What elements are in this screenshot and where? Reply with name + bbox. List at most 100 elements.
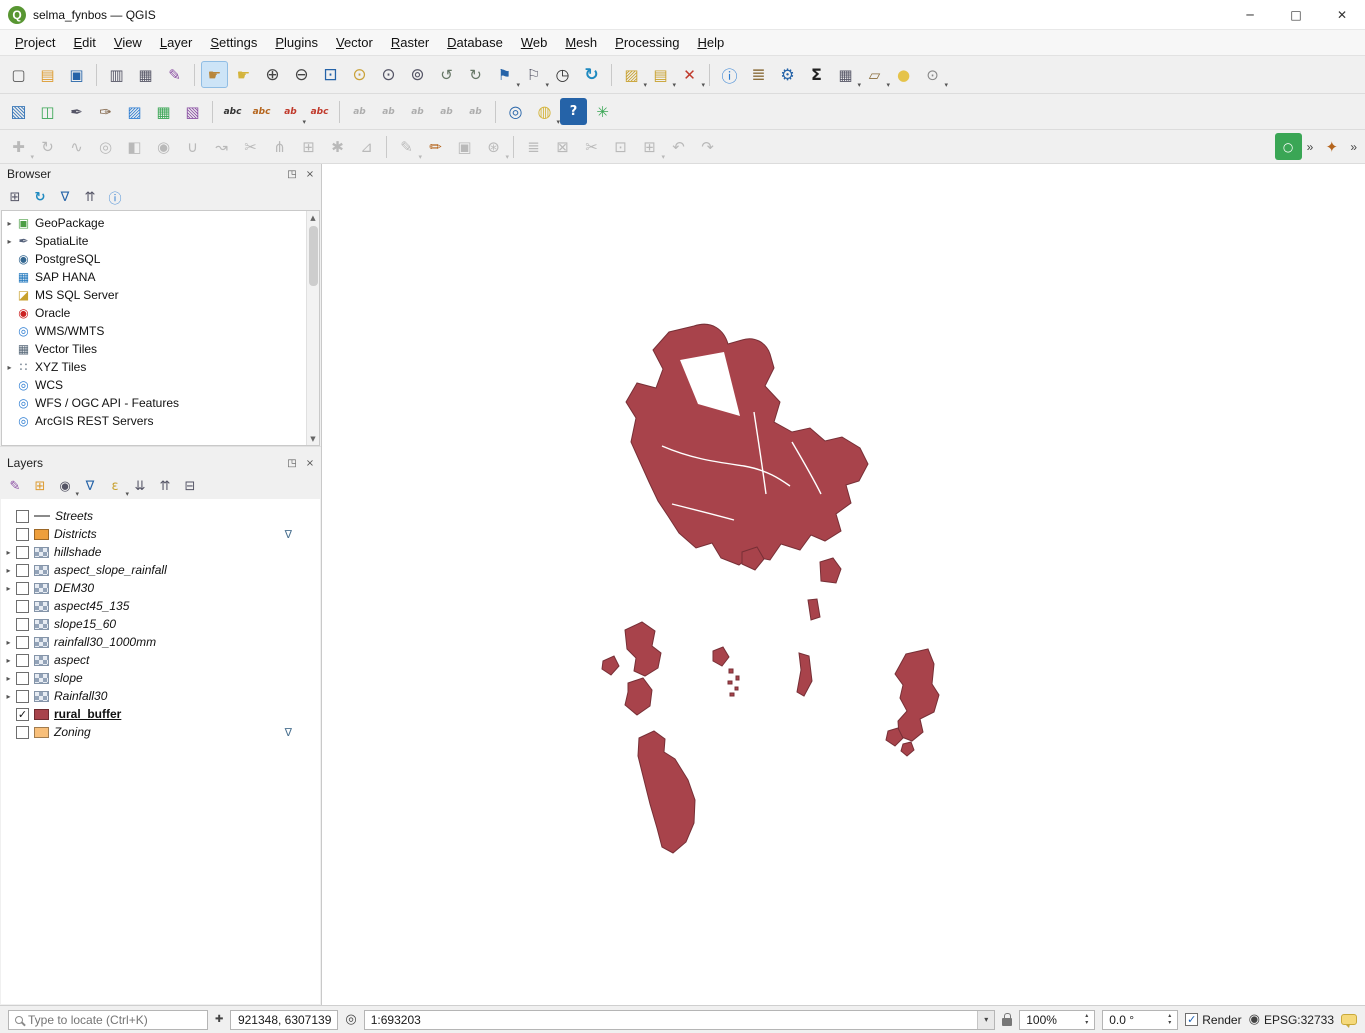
split-features-icon[interactable]: ✂ [237, 133, 264, 160]
close-button[interactable]: ✕ [1319, 0, 1365, 30]
copy-features-icon[interactable]: ⊡ [607, 133, 634, 160]
rotation-spinbox[interactable]: 0.0 ° ▴ ▾ [1102, 1010, 1178, 1030]
menu-item[interactable]: Vector [327, 32, 382, 53]
toggle-editing-icon[interactable]: ✏ [422, 133, 449, 160]
metasearch-icon[interactable]: ◎ [502, 98, 529, 125]
zoom-full-icon[interactable]: ⊡ [317, 61, 344, 88]
new-mesh-layer-icon[interactable]: ▦ [150, 98, 177, 125]
spin-down-icon[interactable]: ▾ [1168, 1020, 1171, 1027]
options-gear-icon[interactable]: ⚙ [774, 61, 801, 88]
refresh-map-icon[interactable]: ↻ [578, 61, 605, 88]
help-icon[interactable]: ? [560, 98, 587, 125]
layer-visibility-checkbox[interactable] [16, 726, 29, 739]
menu-item[interactable]: Edit [64, 32, 104, 53]
layer-item-aspect[interactable]: ▸ aspect [3, 651, 304, 669]
osm-place-search-icon[interactable]: ◍ [531, 98, 558, 125]
spin-down-icon[interactable]: ▾ [1085, 1020, 1088, 1027]
toolbar-overflow-button[interactable]: » [1304, 140, 1317, 154]
modify-attributes-icon[interactable]: ≣ [520, 133, 547, 160]
layer-label[interactable]: Streets [55, 509, 93, 523]
layer-visibility-checkbox[interactable] [16, 654, 29, 667]
scroll-down-icon[interactable]: ▼ [307, 432, 320, 445]
menu-item[interactable]: Database [438, 32, 512, 53]
move-label-icon[interactable]: ab [375, 98, 402, 125]
menu-item[interactable]: Raster [382, 32, 438, 53]
menu-item[interactable]: Web [512, 32, 557, 53]
collapse-all-icon[interactable]: ⇈ [79, 186, 101, 208]
browser-item-wfs[interactable]: ◎ WFS / OGC API - Features [4, 394, 303, 412]
new-scratch-layer-icon[interactable]: ▧ [179, 98, 206, 125]
field-calculator-icon[interactable]: ≣ [745, 61, 772, 88]
layer-label[interactable]: Rainfall30 [54, 689, 107, 703]
menu-item[interactable]: Plugins [266, 32, 327, 53]
save-project-icon[interactable]: ▣ [63, 61, 90, 88]
browser-scrollbar[interactable]: ▲ ▼ [306, 211, 319, 445]
statistical-summary-icon[interactable]: Σ [803, 61, 830, 88]
extents-icon[interactable]: ◎ [345, 1012, 356, 1027]
filter-legend-icon[interactable]: ∇ [79, 475, 101, 497]
layer-label[interactable]: slope15_60 [54, 617, 116, 631]
layer-label[interactable]: rainfall30_1000mm [54, 635, 156, 649]
close-panel-icon[interactable]: × [303, 456, 317, 470]
pan-to-selection-icon[interactable]: ☛ [230, 61, 257, 88]
pin-labels-icon[interactable]: ab [277, 98, 304, 125]
show-layout-manager-icon[interactable]: ▦ [132, 61, 159, 88]
style-manager-icon[interactable]: ✎ [161, 61, 188, 88]
layer-label[interactable]: Districts [54, 527, 97, 541]
menu-item[interactable]: Settings [201, 32, 266, 53]
remove-layer-icon[interactable]: ⊟ [179, 475, 201, 497]
temporal-controller-icon[interactable]: ◷ [549, 61, 576, 88]
select-by-value-icon[interactable]: ▤ [647, 61, 674, 88]
expand-arrow-icon[interactable]: ▸ [3, 692, 14, 701]
cut-features-icon[interactable]: ✂ [578, 133, 605, 160]
layer-label[interactable]: aspect_slope_rainfall [54, 563, 167, 577]
maximize-button[interactable]: □ [1273, 0, 1319, 30]
locate-input[interactable] [28, 1013, 188, 1027]
layer-visibility-checkbox[interactable] [16, 510, 29, 523]
expand-arrow-icon[interactable]: ▸ [4, 363, 15, 372]
expand-arrow-icon[interactable]: ▸ [3, 638, 14, 647]
browser-item-ms-sql-server[interactable]: ◪ MS SQL Server [4, 286, 303, 304]
layer-visibility-checkbox[interactable] [16, 618, 29, 631]
layer-visibility-checkbox[interactable] [16, 528, 29, 541]
properties-widget-icon[interactable]: ⓘ [104, 186, 126, 208]
zoom-native-icon[interactable]: ⊚ [404, 61, 431, 88]
render-checkbox[interactable]: ✓ [1185, 1013, 1198, 1026]
menu-item[interactable]: View [105, 32, 151, 53]
vertex-tool-icon[interactable]: ⊛ [480, 133, 507, 160]
identify-features-icon[interactable]: ⓘ [716, 61, 743, 88]
layer-label[interactable]: aspect [54, 653, 89, 667]
locate-box[interactable] [8, 1010, 208, 1030]
map-canvas[interactable] [322, 164, 1365, 1005]
simplify-feature-icon[interactable]: ∿ [63, 133, 90, 160]
merge-features-icon[interactable]: ⊞ [295, 133, 322, 160]
new-print-layout-icon[interactable]: ▥ [103, 61, 130, 88]
show-bookmarks-icon[interactable]: ⚐ [520, 61, 547, 88]
layer-filter-indicator-icon[interactable]: ∇ [285, 528, 292, 541]
new-virtual-layer-icon[interactable]: ▨ [121, 98, 148, 125]
data-source-manager-icon[interactable]: ▧ [5, 98, 32, 125]
float-panel-icon[interactable]: ◳ [285, 167, 299, 181]
browser-item-wcs[interactable]: ◎ WCS [4, 376, 303, 394]
browser-item-oracle[interactable]: ◉ Oracle [4, 304, 303, 322]
split-parts-icon[interactable]: ⋔ [266, 133, 293, 160]
render-toggle[interactable]: ✓ Render [1185, 1013, 1241, 1027]
expand-arrow-icon[interactable]: ▸ [3, 566, 14, 575]
new-spatialite-layer-icon[interactable]: ✑ [92, 98, 119, 125]
collapse-all-layers-icon[interactable]: ⇈ [154, 475, 176, 497]
browser-item-arcgis-rest[interactable]: ◎ ArcGIS REST Servers [4, 412, 303, 430]
change-label-icon[interactable]: ab [346, 98, 373, 125]
layer-visibility-checkbox[interactable] [16, 636, 29, 649]
layer-item-streets[interactable]: Streets [3, 507, 304, 525]
layer-item-rainfall30-1000mm[interactable]: ▸ rainfall30_1000mm [3, 633, 304, 651]
expand-arrow-icon[interactable]: ▸ [4, 219, 15, 228]
layer-label[interactable]: hillshade [54, 545, 101, 559]
panel-splitter[interactable] [0, 446, 321, 453]
toolbar-overflow-button[interactable]: » [1347, 140, 1360, 154]
layer-styling-icon[interactable]: ✎ [4, 475, 26, 497]
filter-browser-icon[interactable]: ∇ [54, 186, 76, 208]
map-tips-icon[interactable]: ● [890, 61, 917, 88]
layer-item-aspect45-135[interactable]: aspect45_135 [3, 597, 304, 615]
layer-item-slope[interactable]: ▸ slope [3, 669, 304, 687]
browser-item-spatialite[interactable]: ▸ ✒ SpatiaLite [4, 232, 303, 250]
